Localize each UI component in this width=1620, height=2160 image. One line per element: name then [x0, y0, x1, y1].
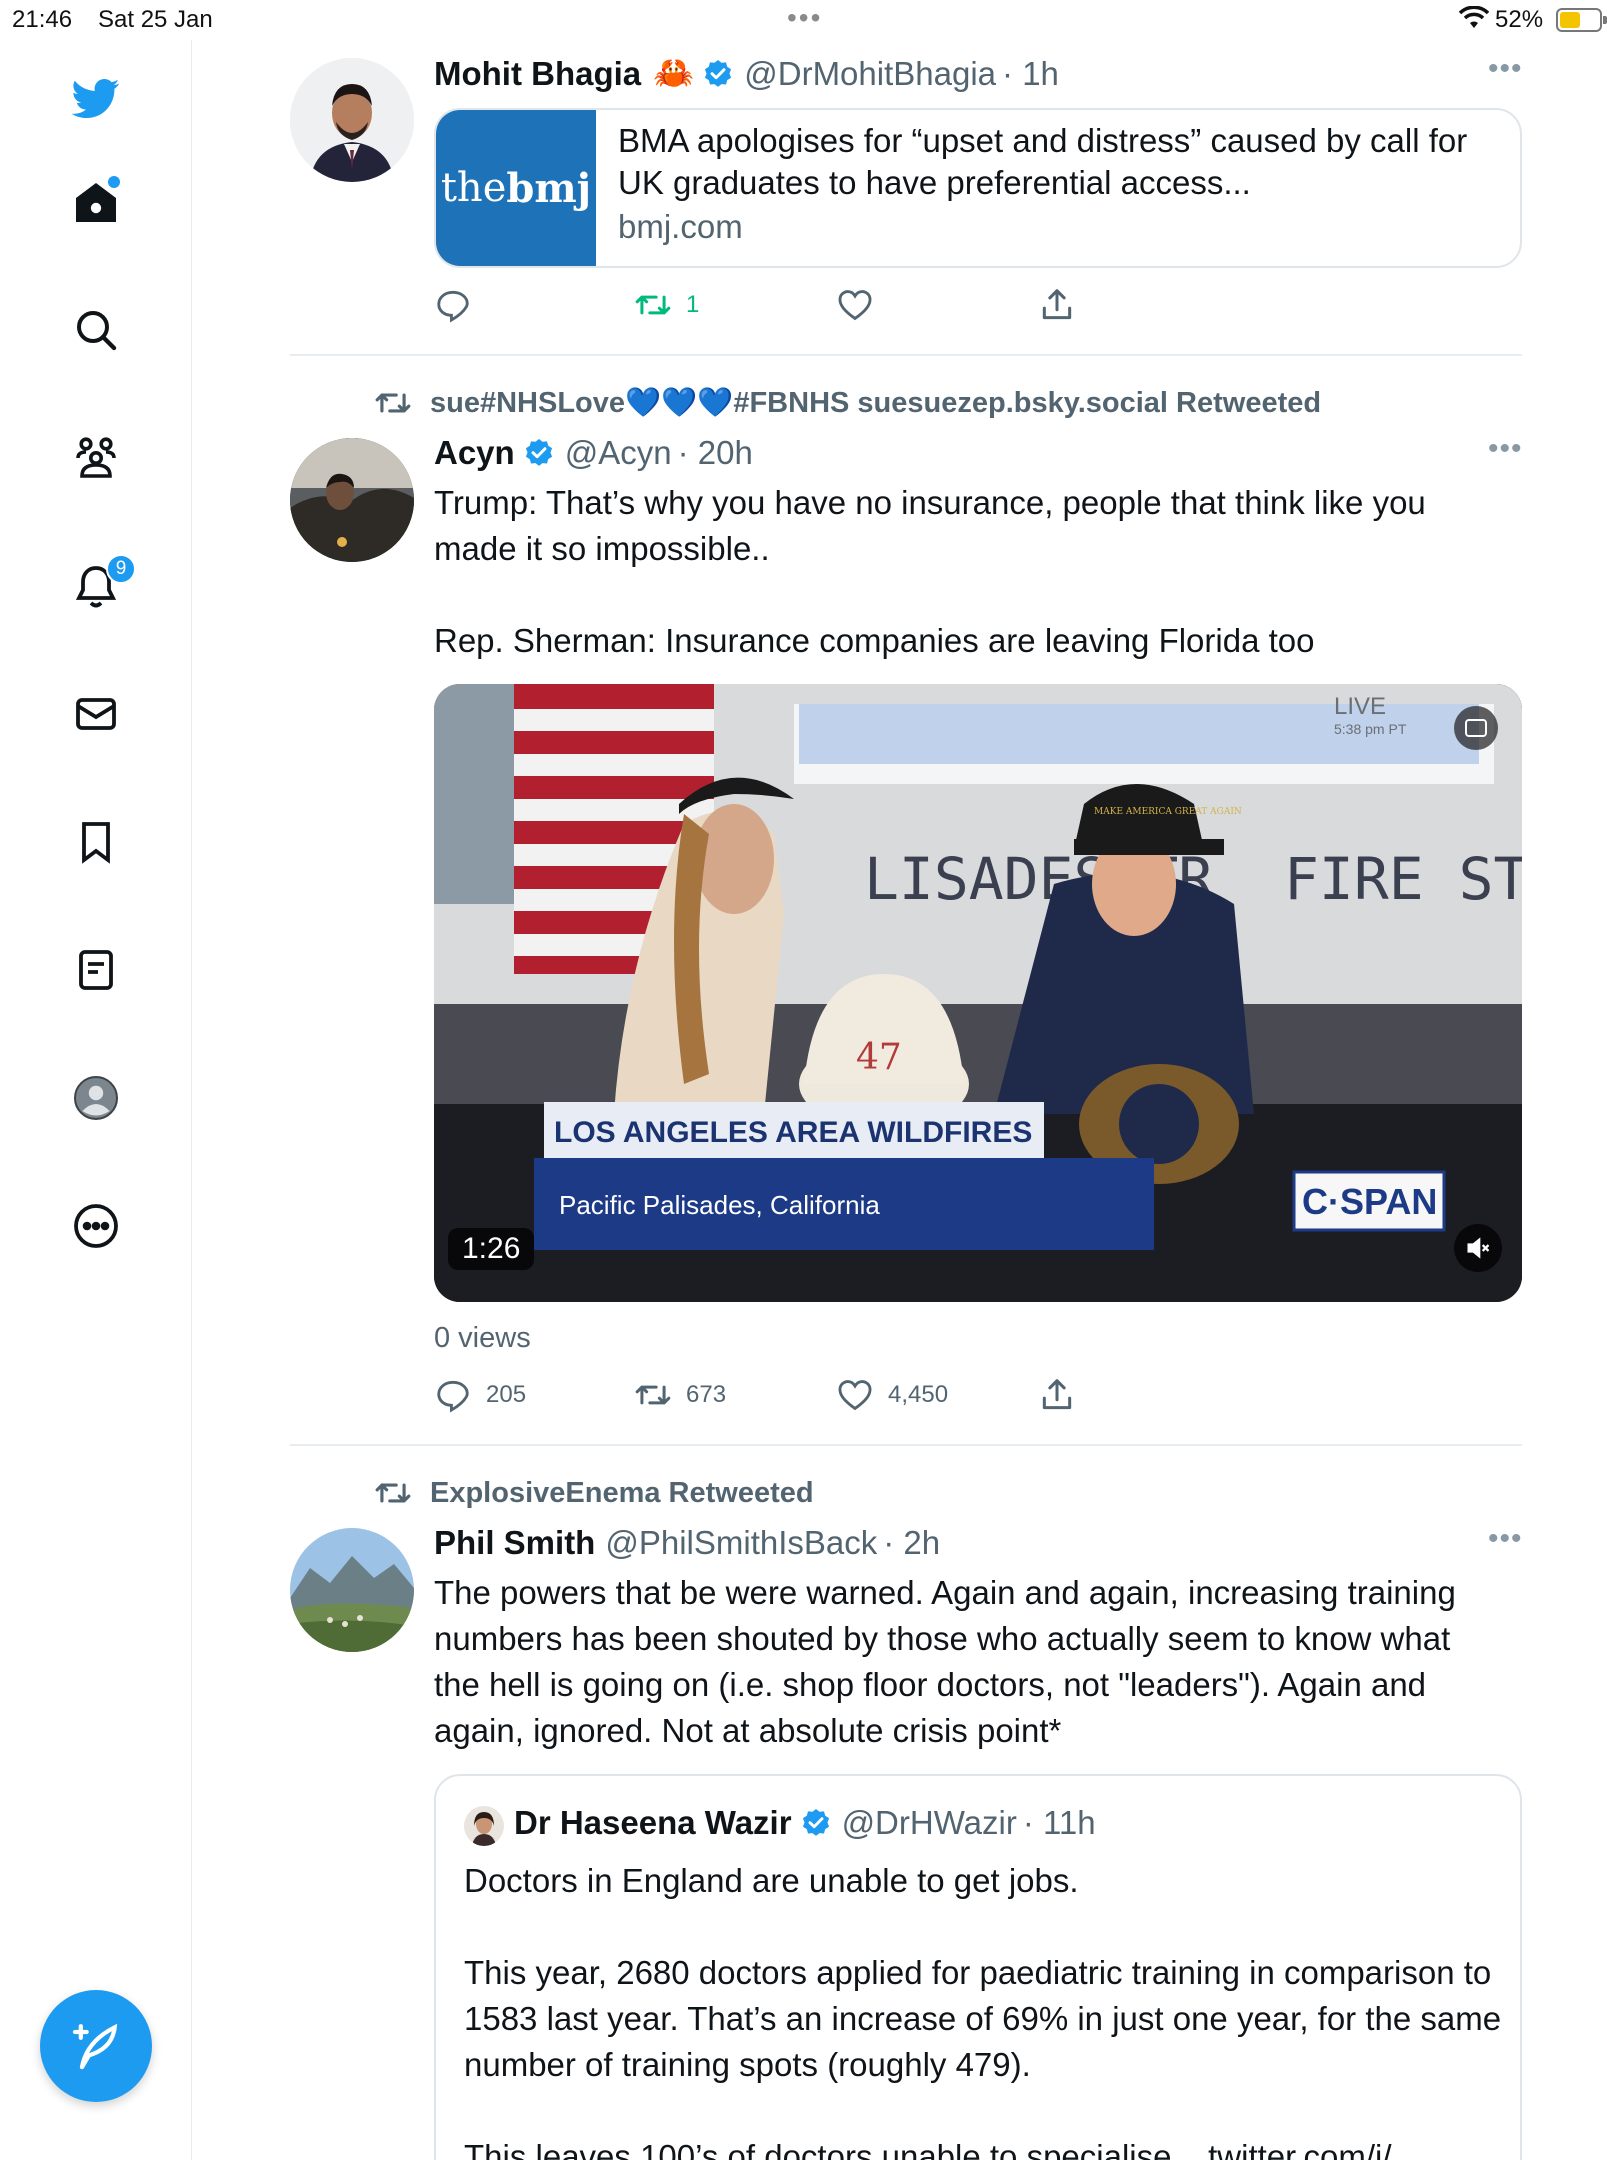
author-handle[interactable]: @Acyn — [565, 434, 672, 472]
retweet-context[interactable]: sue#NHSLove💙💙💙#FBNHS suesuezep.bsky.soci… — [374, 384, 1321, 422]
verified-badge-icon — [705, 59, 732, 87]
svg-text:FIRE STATIO: FIRE STATIO — [1284, 845, 1522, 913]
view-count: 0 views — [434, 1322, 531, 1354]
link-card-title: BMA apologises for “upset and distress” … — [618, 122, 1468, 201]
tweet-3-header: Phil Smith @PhilSmithIsBack · 2h — [434, 1524, 940, 1562]
tweet-more-icon[interactable]: ••• — [1488, 432, 1523, 466]
retweeted-by-label: ExplosiveEnema Retweeted — [430, 1476, 814, 1509]
compose-tweet-button[interactable] — [40, 1990, 152, 2102]
tweet-divider — [290, 354, 1522, 356]
retweet-count: 673 — [686, 1381, 727, 1408]
avatar-acyn[interactable] — [290, 438, 414, 562]
author-name[interactable]: Acyn — [434, 434, 515, 472]
tweet-more-icon[interactable]: ••• — [1488, 52, 1523, 86]
retweet-count: 1 — [686, 291, 700, 318]
avatar-dr-haseena-wazir — [464, 1806, 504, 1846]
tweet-more-icon[interactable]: ••• — [1488, 1522, 1523, 1556]
heart-icon — [838, 290, 872, 321]
battery-percent: 52% — [1495, 6, 1544, 33]
verified-badge-icon — [802, 1809, 829, 1836]
video-frame: LISADESSTR FIRE STATIO LIVE 5:38 pm PT M… — [434, 684, 1522, 1302]
svg-text:47: 47 — [856, 1037, 902, 1078]
retweet-button[interactable]: 673 — [634, 1376, 726, 1414]
tweet-1-header: Mohit Bhagia 🦀 @DrMohitBhagia · 1h — [434, 54, 1059, 93]
twitter-logo-icon[interactable] — [64, 66, 128, 130]
share-icon — [1042, 289, 1072, 320]
wifi-icon — [1458, 5, 1490, 37]
battery-icon — [1556, 8, 1607, 32]
more-options-icon[interactable] — [64, 1194, 128, 1258]
home-icon[interactable] — [64, 170, 128, 234]
reply-button[interactable]: 205 — [434, 1376, 526, 1414]
author-name[interactable]: Phil Smith — [434, 1524, 595, 1562]
quoted-tweet[interactable]: Dr Haseena Wazir @DrHWazir · 11h Doctors… — [434, 1774, 1522, 2160]
tweet-text: Trump: That’s why you have no insurance,… — [434, 484, 1426, 659]
bookmarks-icon[interactable] — [64, 810, 128, 874]
heart-icon — [838, 1380, 872, 1411]
status-time: 21:46 — [12, 6, 73, 33]
tweet-time[interactable]: · 2h — [883, 1524, 940, 1562]
like-button[interactable]: 4,450 — [836, 1376, 948, 1414]
retweet-icon — [635, 1385, 671, 1405]
tweet-time[interactable]: · 1h — [1002, 55, 1059, 93]
notifications-bell-icon[interactable]: 9 — [64, 554, 136, 618]
lists-icon[interactable] — [64, 938, 128, 1002]
svg-text:5:38 pm PT: 5:38 pm PT — [1334, 721, 1407, 737]
home-new-dot — [108, 176, 120, 188]
quote-header: Dr Haseena Wazir @DrHWazir · 11h — [514, 1804, 1096, 1842]
author-handle[interactable]: @PhilSmithIsBack — [605, 1524, 877, 1562]
quote-text: Doctors in England are unable to get job… — [464, 1862, 1502, 2160]
crab-emoji: 🦀 — [653, 54, 695, 91]
tweet-text: The powers that be were warned. Again an… — [434, 1574, 1465, 1749]
author-name[interactable]: Mohit Bhagia — [434, 55, 641, 93]
quote-time: · 11h — [1022, 1804, 1096, 1841]
like-count: 4,450 — [888, 1381, 949, 1408]
svg-text:C·SPAN: C·SPAN — [1302, 1181, 1437, 1222]
reply-icon — [437, 1380, 469, 1413]
sidebar: 9 — [0, 40, 192, 2160]
share-button[interactable] — [1038, 286, 1090, 324]
retweeted-by-label: sue#NHSLove💙💙💙#FBNHS suesuezep.bsky.soci… — [430, 387, 1322, 419]
bmj-logo-thumbnail: the bmj — [436, 110, 596, 266]
messages-envelope-icon[interactable] — [64, 682, 128, 746]
compose-feather-icon — [72, 2023, 118, 2070]
reply-icon — [437, 290, 469, 323]
multitasking-dots-icon[interactable]: ••• — [787, 2, 822, 34]
svg-text:MAKE AMERICA GREAT AGAIN: MAKE AMERICA GREAT AGAIN — [1094, 807, 1242, 817]
profile-icon[interactable] — [64, 1066, 128, 1130]
retweet-context-icon — [375, 393, 411, 413]
author-handle[interactable]: @DrMohitBhagia — [744, 55, 996, 93]
video-player[interactable]: LISADESSTR FIRE STATIO LIVE 5:38 pm PT M… — [434, 684, 1522, 1302]
retweet-button[interactable]: 1 — [634, 286, 699, 324]
reply-button[interactable] — [434, 286, 486, 324]
link-card-domain: bmj.com — [618, 208, 743, 245]
video-duration: 1:26 — [448, 1228, 535, 1270]
tweet-2-header: Acyn @Acyn · 20h — [434, 434, 753, 472]
reply-count: 205 — [486, 1381, 527, 1408]
retweet-icon — [635, 295, 671, 315]
like-button[interactable] — [836, 286, 888, 324]
quote-author-name: Dr Haseena Wazir — [514, 1804, 792, 1841]
share-icon — [1042, 1379, 1072, 1410]
link-card[interactable]: the bmj BMA apologises for “upset and dis… — [434, 108, 1522, 268]
avatar-phil-smith[interactable] — [290, 1528, 414, 1652]
search-icon[interactable] — [64, 298, 128, 362]
avatar-mohit-bhagia[interactable] — [290, 58, 414, 182]
share-button[interactable] — [1038, 1376, 1090, 1414]
verified-badge-icon — [525, 439, 552, 466]
tweet-divider — [290, 1444, 1522, 1446]
svg-text:LIVE: LIVE — [1334, 693, 1386, 720]
communities-icon[interactable] — [64, 426, 128, 490]
status-bar: 21:46 Sat 25 Jan ••• 52% — [0, 0, 1620, 40]
status-date: Sat 25 Jan — [98, 6, 213, 33]
retweet-context[interactable]: ExplosiveEnema Retweeted — [374, 1474, 814, 1512]
svg-text:Pacific Palisades, California: Pacific Palisades, California — [559, 1190, 880, 1220]
quote-author-handle: @DrHWazir — [841, 1804, 1017, 1841]
retweet-context-icon — [375, 1483, 411, 1503]
svg-text:LOS ANGELES AREA WILDFIRES: LOS ANGELES AREA WILDFIRES — [554, 1116, 1032, 1149]
tweet-time[interactable]: · 20h — [678, 434, 753, 472]
mute-toggle-icon[interactable] — [1454, 1224, 1502, 1272]
notifications-badge: 9 — [106, 554, 136, 584]
